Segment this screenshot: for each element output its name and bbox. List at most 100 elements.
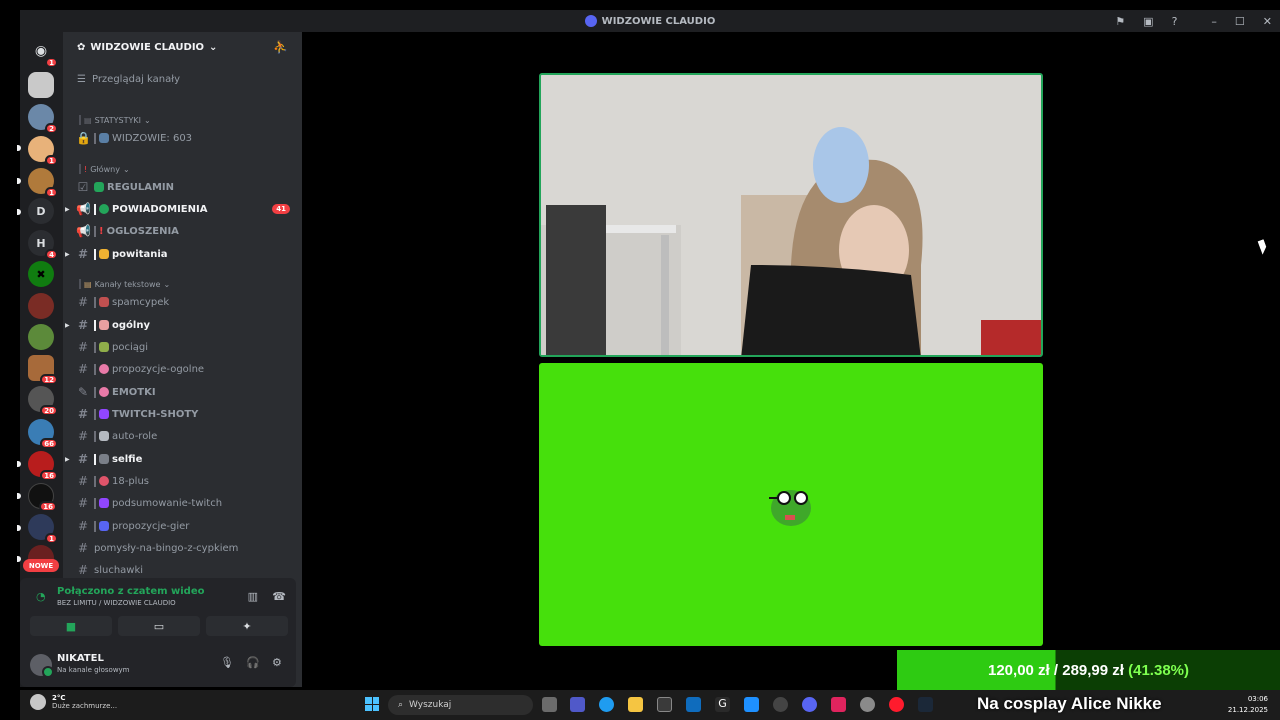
- person-icon: [99, 431, 109, 441]
- gear-icon[interactable]: ⚙: [272, 656, 282, 669]
- category-glowny[interactable]: ! Główny ⌄: [79, 164, 130, 174]
- activities-button[interactable]: ✦: [206, 616, 288, 636]
- flag-icon[interactable]: ⚑: [1115, 15, 1125, 28]
- server-icon-3[interactable]: 1: [28, 136, 58, 166]
- unread-arrow-icon: ▶: [65, 205, 70, 213]
- server-icon-4[interactable]: 1: [28, 168, 58, 198]
- discord-icon[interactable]: [802, 697, 817, 712]
- new-servers-pill[interactable]: NOWE: [23, 559, 59, 572]
- invite-people-icon[interactable]: ⛹: [273, 40, 288, 54]
- unread-badge: 66: [40, 438, 58, 449]
- chevron-down-icon: ⌄: [144, 115, 151, 125]
- browse-channels[interactable]: ☰ Przeglądaj kanały: [77, 74, 180, 85]
- channel-powitania[interactable]: ▶ # powitania: [63, 244, 302, 264]
- channel-regulamin[interactable]: ☑ REGULAMIN: [63, 177, 302, 197]
- server-icon-11[interactable]: 16: [28, 483, 57, 512]
- server-icon-1[interactable]: [28, 72, 54, 98]
- server-icon-10[interactable]: 16: [28, 451, 58, 481]
- minimize-button[interactable]: –: [1211, 15, 1217, 28]
- mail-icon[interactable]: [686, 697, 701, 712]
- channel-powiadomienia[interactable]: ▶ 📢 POWIADOMIENIA 41: [63, 199, 302, 219]
- start-button[interactable]: [365, 697, 379, 711]
- server-icon-2[interactable]: 2: [28, 104, 58, 134]
- unread-arrow-icon: ▶: [65, 321, 70, 329]
- pepe-emote: [769, 490, 811, 526]
- server-icon-9[interactable]: 66: [28, 419, 58, 449]
- channel-stats[interactable]: 🔒 WIDZOWIE: 603: [63, 128, 302, 148]
- check-icon: [94, 182, 104, 192]
- obs-icon[interactable]: [773, 697, 788, 712]
- megaphone-icon: 📢: [76, 202, 91, 216]
- channel-selfie[interactable]: ▶ # selfie: [63, 449, 302, 469]
- server-icon-8[interactable]: 20: [28, 386, 58, 416]
- unread-badge: 1: [45, 57, 58, 68]
- channel-twitch-shoty[interactable]: # TWITCH-SHOTY: [63, 404, 302, 424]
- user-name[interactable]: NIKATEL: [57, 653, 104, 664]
- channel-propozycje-gier[interactable]: # propozycje-gier: [63, 516, 302, 536]
- maximize-button[interactable]: ☐: [1235, 15, 1245, 28]
- task-view-icon[interactable]: [542, 697, 557, 712]
- help-icon[interactable]: ?: [1172, 15, 1178, 28]
- opera-icon[interactable]: [889, 697, 904, 712]
- server-icon-7[interactable]: 12: [28, 355, 58, 385]
- close-button[interactable]: ✕: [1263, 15, 1272, 28]
- webcam-video-tile[interactable]: [539, 73, 1043, 357]
- teams-icon[interactable]: [570, 697, 585, 712]
- channel-18-plus[interactable]: # 18-plus: [63, 471, 302, 491]
- app-icon[interactable]: [744, 697, 759, 712]
- headphones-icon[interactable]: 🎧: [246, 656, 260, 669]
- discord-home-icon[interactable]: ◉ 1: [28, 38, 58, 68]
- server-letter-d[interactable]: D: [28, 198, 54, 224]
- voice-channel[interactable]: BEZ LIMITU / WIDZOWIE CLAUDIO: [57, 599, 176, 607]
- noise-suppression-icon[interactable]: ▥: [248, 590, 258, 603]
- avatar[interactable]: [30, 654, 54, 678]
- voice-status[interactable]: Połączono z czatem wideo: [57, 586, 205, 597]
- channel-emotki[interactable]: ✎ EMOTKI: [63, 382, 302, 402]
- channel-ogloszenia[interactable]: 📢 ! OGLOSZENIA: [63, 221, 302, 241]
- weather-desc: Duże zachmurze...: [52, 702, 118, 710]
- window-title: WIDZOWIE CLAUDIO: [20, 15, 1280, 27]
- edge-icon[interactable]: [599, 697, 614, 712]
- hash-icon: #: [77, 474, 89, 488]
- steam-icon[interactable]: [918, 697, 933, 712]
- store-icon[interactable]: [657, 697, 672, 712]
- microphone-icon[interactable]: 🎙: [220, 656, 234, 669]
- taskbar-search[interactable]: ⌕ Wyszukaj: [388, 695, 533, 715]
- search-placeholder: Wyszukaj: [409, 700, 452, 710]
- camera-button[interactable]: ■: [30, 616, 112, 636]
- server-icon-5[interactable]: [28, 293, 54, 319]
- channel-pociagi[interactable]: # pociągi: [63, 337, 302, 357]
- ghub-icon[interactable]: G: [715, 697, 730, 712]
- channel-label: podsumowanie-twitch: [112, 497, 223, 509]
- channel-sluchawki[interactable]: # sluchawki: [63, 560, 302, 580]
- hash-icon: #: [77, 247, 89, 261]
- speech-icon: ✎: [77, 385, 89, 399]
- disconnect-icon[interactable]: ☎: [272, 590, 286, 603]
- screen-share-button[interactable]: ▭: [118, 616, 200, 636]
- file-explorer-icon[interactable]: [628, 697, 643, 712]
- weather-widget[interactable]: 2°C Duże zachmurze...: [30, 694, 117, 710]
- signal-icon[interactable]: ◔: [36, 590, 46, 603]
- greenscreen-video-tile[interactable]: [539, 363, 1043, 646]
- unread-pip: [17, 525, 21, 531]
- channel-podsumowanie-twitch[interactable]: # podsumowanie-twitch: [63, 493, 302, 513]
- channel-pomysly-na-bingo[interactable]: # pomysły-na-bingo-z-cypkiem: [63, 538, 302, 558]
- channel-auto-role[interactable]: # auto-role: [63, 426, 302, 446]
- channel-propozycje-ogolne[interactable]: # propozycje-ogolne: [63, 359, 302, 379]
- inbox-icon[interactable]: ▣: [1143, 15, 1153, 28]
- channel-label: EMOTKI: [112, 386, 156, 398]
- category-kanaly-tekstowe[interactable]: ▤ Kanały tekstowe ⌄: [79, 279, 170, 289]
- server-letter-h[interactable]: H4: [28, 230, 58, 260]
- server-header[interactable]: ✿ WIDZOWIE CLAUDIO ⌄ ⛹: [63, 32, 302, 62]
- channel-spamcypek[interactable]: # spamcypek: [63, 292, 302, 312]
- server-icon-12[interactable]: 1: [28, 514, 58, 544]
- clock[interactable]: 03:06 21.12.2025: [1228, 694, 1268, 716]
- settings-icon[interactable]: [860, 697, 875, 712]
- category-statystyki[interactable]: ▤ STATYSTYKI ⌄: [79, 115, 151, 125]
- server-icon-xbox[interactable]: ✖: [28, 261, 54, 287]
- server-icon-6[interactable]: [28, 324, 54, 350]
- hash-icon: #: [77, 496, 89, 510]
- goal-target: 289,99 zł: [1062, 662, 1124, 679]
- channel-ogolny[interactable]: ▶ # ogólny: [63, 315, 302, 335]
- tiktok-icon[interactable]: [831, 697, 846, 712]
